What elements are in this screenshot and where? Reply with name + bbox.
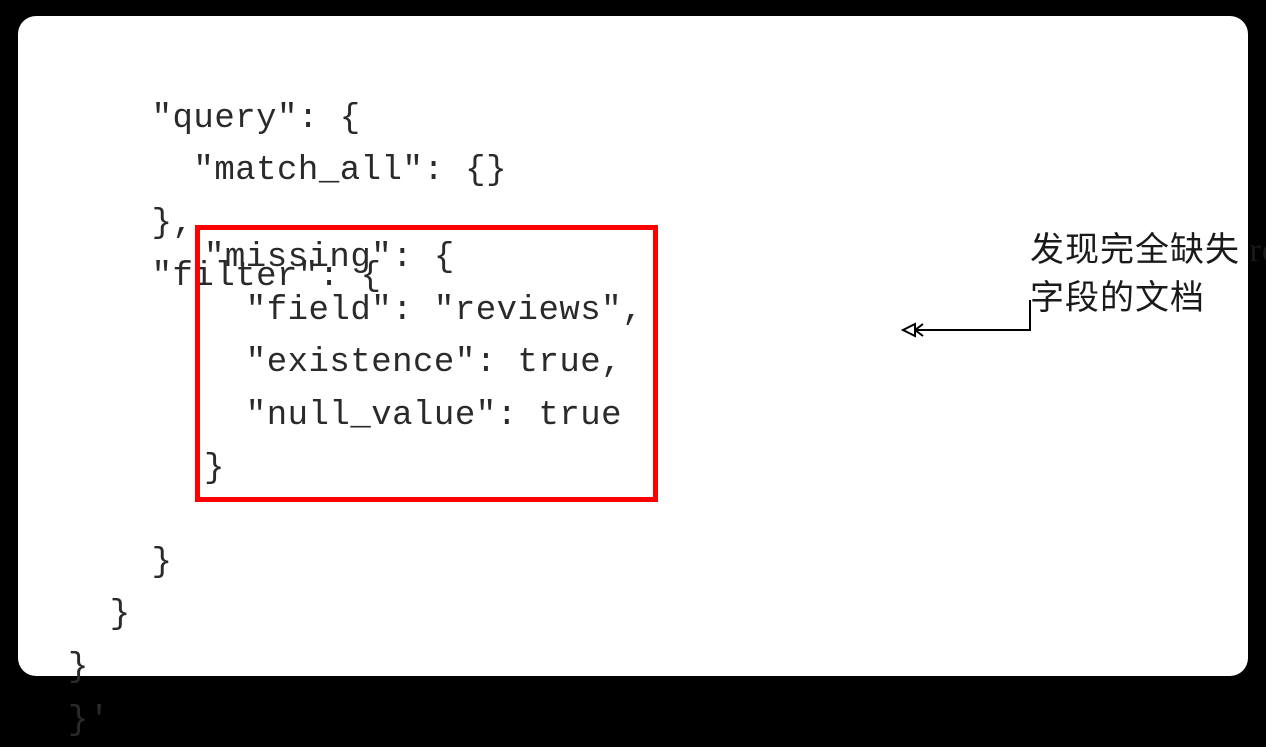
code-line: }' [68,702,110,740]
annotation-line: 发现完全缺失 reviews [1030,227,1266,275]
annotation-callout: 发现完全缺失 reviews 字段的文档 [1030,227,1266,322]
code-line: } [204,450,225,488]
document-page: "query": { "match_all": {} }, "filter": … [18,16,1248,676]
code-line: "null_value": true [204,397,622,435]
code-line: } [68,544,173,582]
code-line: "query": { [68,100,361,138]
code-line: "match_all": {} [68,152,507,190]
highlight-box: "missing": { "field": "reviews", "existe… [195,225,658,502]
highlighted-region: "missing": { "field": "reviews", "existe… [195,225,658,502]
code-line: "field": "reviews", [204,292,643,330]
code-line: "missing": { [204,239,455,277]
code-line: } [68,649,89,687]
code-line: } [68,596,131,634]
code-block-bottom: } } } }' [68,484,173,747]
annotation-arrow-icon [895,300,1035,360]
code-line: }, [68,205,193,243]
code-line: "existence": true, [204,344,622,382]
annotation-line: 字段的文档 [1030,275,1266,323]
boxed-code: "missing": { "field": "reviews", "existe… [204,232,643,495]
